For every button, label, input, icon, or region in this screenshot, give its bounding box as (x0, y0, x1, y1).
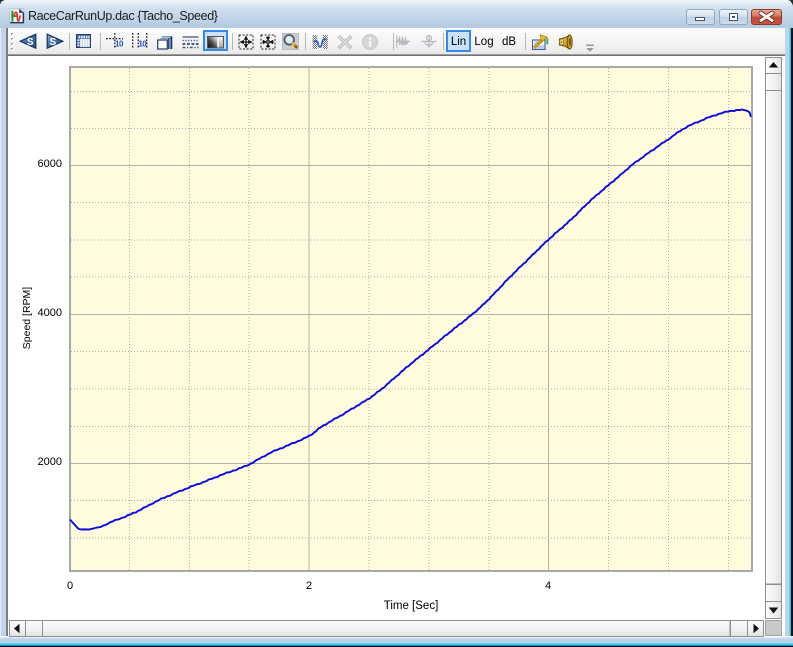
svg-text:10: 10 (138, 39, 147, 48)
svg-text:10: 10 (115, 39, 124, 48)
svg-text:S: S (49, 37, 56, 48)
svg-text:S: S (27, 37, 34, 48)
